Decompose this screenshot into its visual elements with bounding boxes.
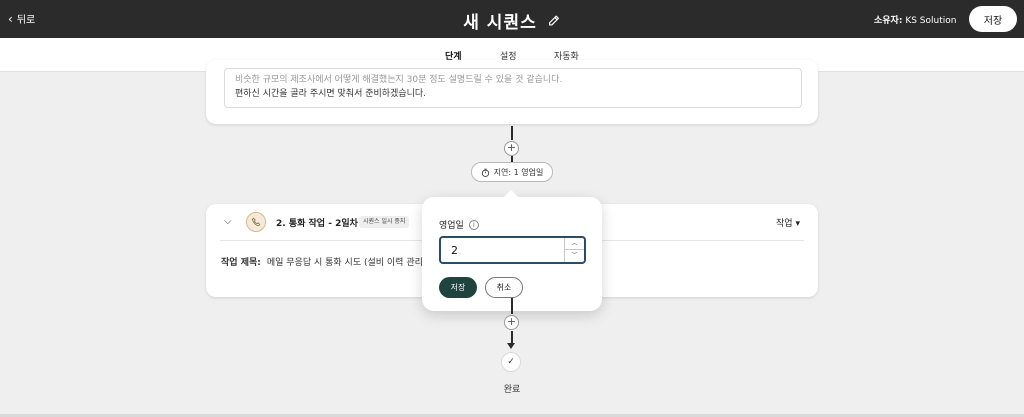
delay-label: 지연: 1 영업일 bbox=[493, 167, 544, 177]
save-button[interactable]: 저장 bbox=[969, 6, 1017, 32]
end-label: 완료 bbox=[503, 385, 521, 395]
popover-save-button[interactable]: 저장 bbox=[439, 277, 477, 298]
task-title-value: 메일 무응답 시 통화 시도 (설비 이력 관리 bbox=[266, 258, 423, 268]
task-menu-label: 작업 bbox=[776, 219, 793, 229]
delay-pill[interactable]: 지연: 1 영업일 bbox=[471, 162, 553, 182]
task-menu-button[interactable]: 작업 ▾ bbox=[776, 216, 800, 229]
add-step-button[interactable]: + bbox=[504, 141, 519, 156]
stepper-down-icon[interactable]: ﹀ bbox=[565, 250, 584, 262]
check-icon: ✓ bbox=[501, 352, 521, 372]
owner-name: KS Solution bbox=[905, 16, 957, 26]
popover-cancel-button[interactable]: 취소 bbox=[485, 277, 523, 298]
business-days-label: 영업일 i bbox=[439, 218, 479, 231]
add-step-button[interactable]: + bbox=[504, 315, 519, 330]
top-bar: ‹ 뒤로 새 시퀀스 소유자: KS Solution 저장 bbox=[0, 0, 1024, 38]
arrow-down-icon bbox=[507, 343, 515, 349]
info-icon[interactable]: i bbox=[468, 219, 479, 230]
caret-down-icon: ▾ bbox=[795, 219, 800, 229]
business-days-label-text: 영업일 bbox=[439, 221, 464, 231]
phone-icon bbox=[246, 212, 266, 232]
delay-editor-popover: 영업일 i ︿ ﹀ 저장 취소 bbox=[422, 189, 602, 311]
step-title: 2. 통화 작업 - 2일차 bbox=[276, 219, 358, 229]
status-badge: 시퀀스 일시 중지 bbox=[359, 216, 410, 228]
email-body-line: 비슷한 규모의 제조사에서 어떻게 해결했는지 30분 정도 설명드릴 수 있을… bbox=[235, 75, 563, 85]
task-title: 작업 제목: 메일 무응답 시 통화 시도 (설비 이력 관리 bbox=[221, 255, 423, 268]
timer-icon bbox=[481, 168, 489, 177]
stepper-up-icon[interactable]: ︿ bbox=[565, 238, 584, 250]
page-title: 새 시퀀스 bbox=[463, 13, 537, 33]
title-wrap: 새 시퀀스 bbox=[0, 8, 1024, 33]
connector-line bbox=[511, 298, 513, 314]
popover-caret bbox=[503, 189, 519, 205]
task-title-label: 작업 제목: bbox=[221, 258, 261, 268]
number-stepper[interactable]: ︿ ﹀ bbox=[564, 238, 584, 262]
connector-line bbox=[511, 126, 513, 140]
step-card-email: 비슷한 규모의 제조사에서 어떻게 해결했는지 30분 정도 설명드릴 수 있을… bbox=[206, 60, 818, 124]
pencil-icon[interactable] bbox=[547, 14, 561, 28]
owner-info: 소유자: KS Solution bbox=[874, 13, 956, 26]
chevron-down-icon[interactable]: ⌵ bbox=[224, 216, 232, 227]
email-body-preview: 비슷한 규모의 제조사에서 어떻게 해결했는지 30분 정도 설명드릴 수 있을… bbox=[224, 68, 802, 108]
email-body-line: 편하신 시간을 골라 주시면 맞춰서 준비하겠습니다. bbox=[235, 89, 427, 99]
owner-label: 소유자: bbox=[874, 16, 903, 26]
